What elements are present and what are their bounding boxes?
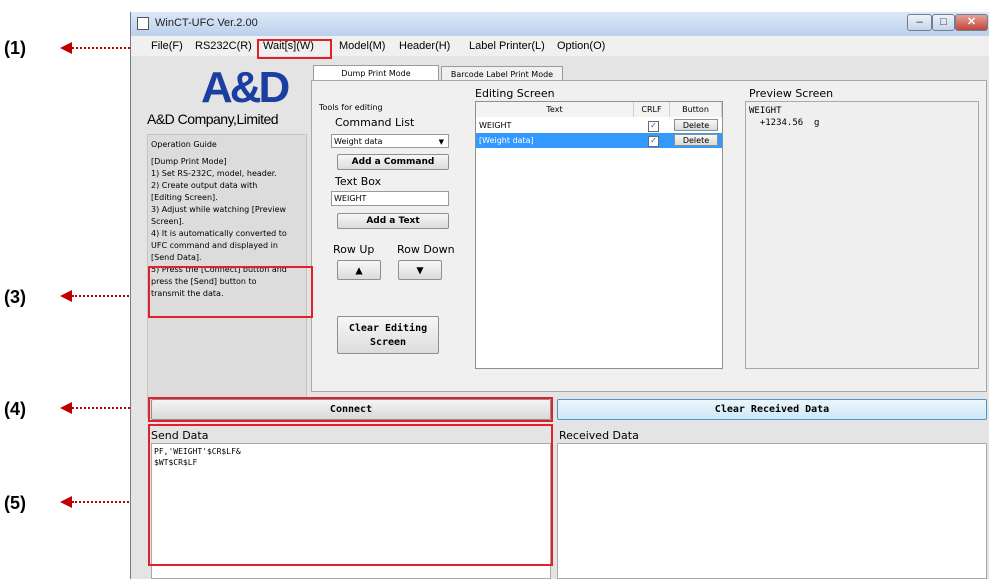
header-button: Button <box>670 102 722 117</box>
tab-dump-print-mode[interactable]: Dump Print Mode <box>313 65 439 81</box>
guide-line: Screen]. <box>151 217 185 226</box>
guide-title: Operation Guide <box>151 140 217 149</box>
callout-4-arrowhead <box>60 402 72 414</box>
clear-received-data-button[interactable]: Clear Received Data <box>557 399 987 420</box>
clear-editing-line1: Clear Editing <box>348 323 428 334</box>
callout-4: (4) <box>4 399 26 419</box>
maximize-button[interactable]: □ <box>932 14 955 31</box>
editing-screen-title: Editing Screen <box>475 87 555 100</box>
menu-file[interactable]: File(F) <box>151 40 183 52</box>
company-name: A&D Company,Limited <box>147 111 279 127</box>
guide-line: [Dump Print Mode] <box>151 157 227 166</box>
highlight-send-data <box>148 424 553 566</box>
row-up-button[interactable]: ▲ <box>337 260 381 280</box>
arrow-up-icon: ▲ <box>355 263 363 277</box>
callout-1-arrowhead <box>60 42 72 54</box>
clear-editing-screen-button[interactable]: Clear Editing Screen <box>337 316 439 354</box>
minimize-button[interactable]: – <box>907 14 932 31</box>
callout-3: (3) <box>4 287 26 307</box>
guide-line: 3) Adjust while watching [Preview <box>151 205 287 214</box>
highlight-guide-step5 <box>148 266 313 318</box>
company-logo: A&D <box>201 63 290 112</box>
crlf-checkbox[interactable]: ✓ <box>648 136 659 147</box>
add-text-button[interactable]: Add a Text <box>337 213 449 229</box>
tools-title: Tools for editing <box>319 103 383 112</box>
preview-screen-title: Preview Screen <box>749 87 834 100</box>
title-bar: WinCT-UFC Ver.2.00 – □ ✕ <box>131 12 989 37</box>
arrow-down-icon: ▼ <box>416 263 424 277</box>
row-up-label: Row Up <box>333 243 375 256</box>
crlf-checkbox[interactable]: ✓ <box>648 121 659 132</box>
row-down-label: Row Down <box>397 243 455 256</box>
preview-line: +1234.56 g <box>749 118 820 128</box>
header-crlf: CRLF <box>634 102 670 117</box>
row-down-button[interactable]: ▼ <box>398 260 442 280</box>
editing-grid: Text CRLF Button WEIGHT ✓ Delete [Weight… <box>475 101 723 369</box>
menu-rs232c[interactable]: RS232C(R) <box>195 40 252 52</box>
table-row[interactable]: WEIGHT ✓ Delete <box>476 118 722 133</box>
guide-line: [Editing Screen]. <box>151 193 218 202</box>
preview-line: WEIGHT <box>749 106 782 116</box>
menu-model[interactable]: Model(M) <box>339 40 385 52</box>
command-list-value: Weight data <box>334 137 383 146</box>
guide-line: [Send Data]. <box>151 253 202 262</box>
callout-5-arrowhead <box>60 496 72 508</box>
header-text: Text <box>476 102 634 117</box>
row-text: WEIGHT <box>479 121 512 130</box>
highlight-wait-menu <box>257 39 332 59</box>
callout-5: (5) <box>4 493 26 513</box>
table-row[interactable]: [Weight data] ✓ Delete <box>476 133 722 148</box>
dropdown-arrow-icon: ▼ <box>438 138 444 146</box>
command-list-select[interactable]: Weight data ▼ <box>331 134 449 148</box>
add-command-button[interactable]: Add a Command <box>337 154 449 170</box>
menu-label-printer[interactable]: Label Printer(L) <box>469 40 545 52</box>
row-text: [Weight data] <box>479 136 534 145</box>
menu-option[interactable]: Option(O) <box>557 40 605 52</box>
delete-row-button[interactable]: Delete <box>674 134 718 146</box>
clear-editing-line2: Screen <box>369 337 407 348</box>
received-data-panel[interactable] <box>557 443 987 579</box>
close-button[interactable]: ✕ <box>955 14 988 31</box>
window-title: WinCT-UFC Ver.2.00 <box>155 17 258 29</box>
guide-line: 2) Create output data with <box>151 181 258 190</box>
guide-line: 1) Set RS-232C, model, header. <box>151 169 277 178</box>
app-icon <box>137 17 149 30</box>
preview-screen: WEIGHT +1234.56 g <box>745 101 979 369</box>
delete-row-button[interactable]: Delete <box>674 119 718 131</box>
highlight-connect <box>148 397 553 422</box>
text-box-input[interactable]: WEIGHT <box>331 191 449 206</box>
menu-header[interactable]: Header(H) <box>399 40 450 52</box>
callout-3-arrowhead <box>60 290 72 302</box>
guide-line: 4) It is automatically converted to <box>151 229 287 238</box>
callout-1: (1) <box>4 38 26 58</box>
guide-line: UFC command and displayed in <box>151 241 278 250</box>
received-data-title: Received Data <box>559 429 639 442</box>
text-box-label: Text Box <box>335 175 382 188</box>
command-list-label: Command List <box>335 116 415 129</box>
